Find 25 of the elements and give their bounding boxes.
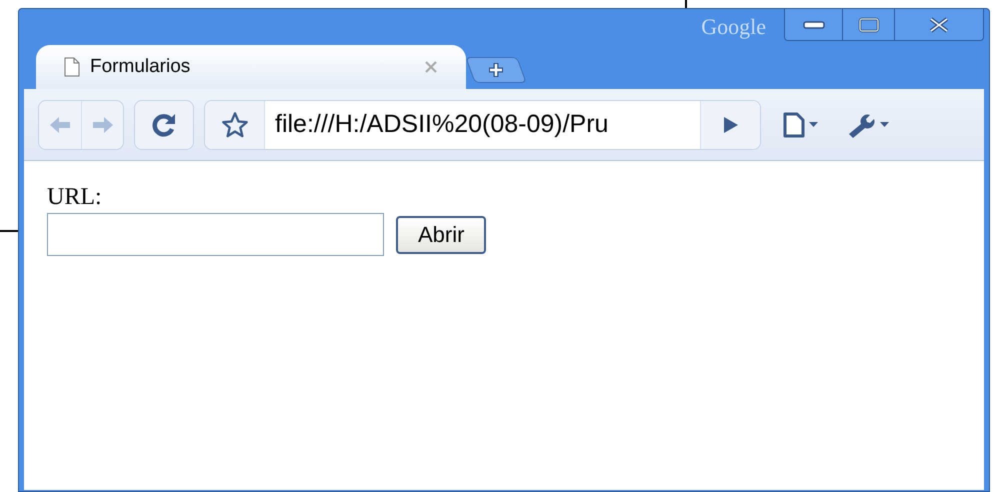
reload-button[interactable]: [134, 100, 194, 150]
page-icon: [783, 112, 805, 138]
close-icon: [928, 16, 950, 32]
new-tab-button[interactable]: [465, 57, 527, 83]
reload-icon: [150, 112, 178, 138]
address-bar[interactable]: file:///H:/ADSII%20(08-09)/Pru: [204, 100, 761, 150]
minimize-icon: [802, 20, 824, 28]
url-text: file:///H:/ADSII%20(08-09)/Pru: [274, 108, 610, 140]
url-label: URL:: [47, 183, 103, 211]
star-icon[interactable]: [220, 110, 248, 138]
tab-title: Formularios: [90, 54, 192, 79]
open-button[interactable]: Abrir: [396, 216, 486, 254]
page-icon: [64, 57, 80, 77]
plus-icon: [487, 61, 505, 79]
maximize-icon: [858, 16, 880, 32]
url-input-field[interactable]: [47, 213, 384, 256]
go-button[interactable]: [700, 100, 760, 148]
minimize-button[interactable]: [785, 9, 843, 40]
caret-icon: [809, 122, 818, 128]
browser-tab[interactable]: Formularios: [36, 45, 466, 89]
maximize-button[interactable]: [843, 9, 895, 40]
play-icon: [722, 116, 738, 134]
caret-icon: [880, 122, 889, 128]
page-menu-button[interactable]: [783, 112, 818, 138]
brand-text: Google: [701, 13, 766, 41]
